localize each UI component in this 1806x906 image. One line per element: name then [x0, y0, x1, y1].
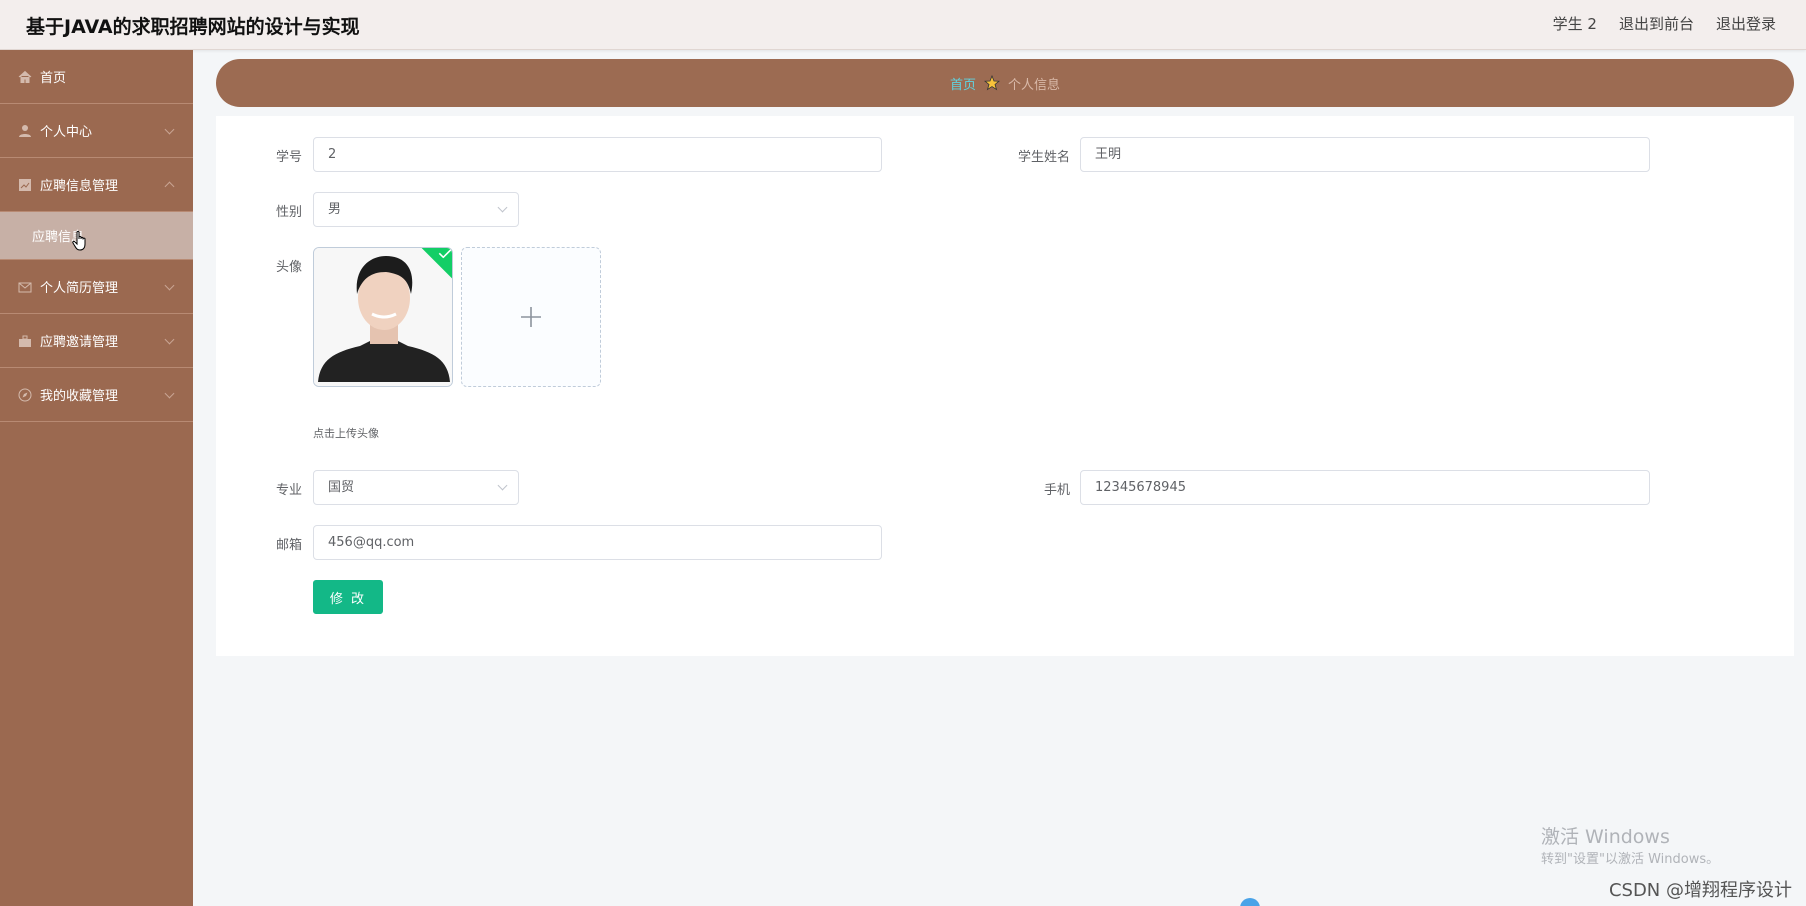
gender-select[interactable]: 男	[313, 192, 519, 227]
chevron-down-icon	[164, 280, 175, 291]
windows-activation-title: 激活 Windows	[1541, 826, 1670, 848]
sidebar-item-label: 我的收藏管理	[40, 389, 119, 404]
back-to-front-link[interactable]: 退出到前台	[1619, 13, 1694, 34]
breadcrumb-home-link[interactable]: 首页	[950, 74, 976, 93]
sidebar-item-home[interactable]: 首页	[0, 50, 193, 104]
phone-field[interactable]: 12345678945	[1080, 470, 1650, 505]
upload-hint: 点击上传头像	[313, 427, 379, 440]
avatar-photo	[314, 248, 452, 386]
student-name-label: 学生姓名	[1017, 150, 1070, 165]
current-user-link[interactable]: 学生 2	[1553, 13, 1597, 34]
plus-icon	[521, 307, 541, 327]
mail-icon	[18, 282, 32, 292]
check-icon	[438, 248, 452, 259]
avatar-label: 头像	[275, 260, 302, 275]
top-header: 基于JAVA的求职招聘网站的设计与实现 学生 2 退出到前台 退出登录	[0, 0, 1806, 50]
chevron-down-icon	[164, 334, 175, 345]
avatar-upload-button[interactable]	[461, 247, 601, 387]
floating-dot	[1240, 898, 1260, 906]
site-title: 基于JAVA的求职招聘网站的设计与实现	[26, 16, 360, 38]
sidebar-item-invitation-management[interactable]: 应聘邀请管理	[0, 314, 193, 368]
star-icon	[984, 75, 1000, 91]
user-icon	[19, 124, 31, 137]
student-id-field[interactable]: 2	[313, 137, 882, 172]
email-field[interactable]: 456@qq.com	[313, 525, 882, 560]
logout-link[interactable]: 退出登录	[1716, 13, 1776, 34]
hand-cursor-icon	[72, 230, 86, 251]
chevron-down-icon	[497, 202, 508, 213]
sidebar-item-job-info-management[interactable]: 应聘信息管理	[0, 158, 193, 212]
breadcrumb: 首页 个人信息	[216, 59, 1794, 107]
chevron-up-icon	[164, 181, 175, 192]
major-label: 专业	[275, 483, 302, 498]
sidebar-item-label: 应聘信息管理	[40, 179, 119, 194]
briefcase-icon	[19, 335, 31, 347]
student-id-label: 学号	[275, 150, 302, 165]
sidebar-item-label: 应聘邀请管理	[40, 335, 119, 350]
sidebar-item-resume-management[interactable]: 个人简历管理	[0, 260, 193, 314]
sidebar-subitem-job-info[interactable]: 应聘信息	[0, 212, 193, 260]
phone-label: 手机	[1043, 483, 1070, 498]
sidebar-item-label: 个人简历管理	[40, 281, 119, 296]
header-links: 学生 2 退出到前台 退出登录	[1553, 13, 1776, 34]
windows-activation-hint: 转到"设置"以激活 Windows。	[1541, 852, 1720, 867]
student-name-field[interactable]: 王明	[1080, 137, 1650, 172]
document-icon	[19, 178, 31, 191]
email-label: 邮箱	[275, 538, 302, 553]
sidebar: 首页 个人中心 应聘信息管理 应聘信息 个人简历管理 应聘邀请管理 我的收藏管理	[0, 50, 193, 906]
update-button[interactable]: 修 改	[313, 580, 383, 614]
major-select-value: 国贸	[328, 480, 355, 495]
home-icon	[18, 70, 32, 83]
sidebar-item-label: 首页	[40, 71, 67, 86]
chevron-down-icon	[497, 480, 508, 491]
sidebar-item-personal-center[interactable]: 个人中心	[0, 104, 193, 158]
sidebar-item-label: 个人中心	[40, 125, 93, 140]
chevron-down-icon	[164, 388, 175, 399]
breadcrumb-current: 个人信息	[1008, 77, 1061, 93]
avatar-preview[interactable]	[313, 247, 453, 387]
major-select[interactable]: 国贸	[313, 470, 519, 505]
chevron-down-icon	[164, 124, 175, 135]
gender-label: 性别	[275, 205, 302, 220]
csdn-watermark: CSDN @增翔程序设计	[1608, 880, 1792, 901]
compass-icon	[18, 388, 32, 401]
sidebar-item-favorites-management[interactable]: 我的收藏管理	[0, 368, 193, 422]
gender-select-value: 男	[328, 202, 342, 217]
